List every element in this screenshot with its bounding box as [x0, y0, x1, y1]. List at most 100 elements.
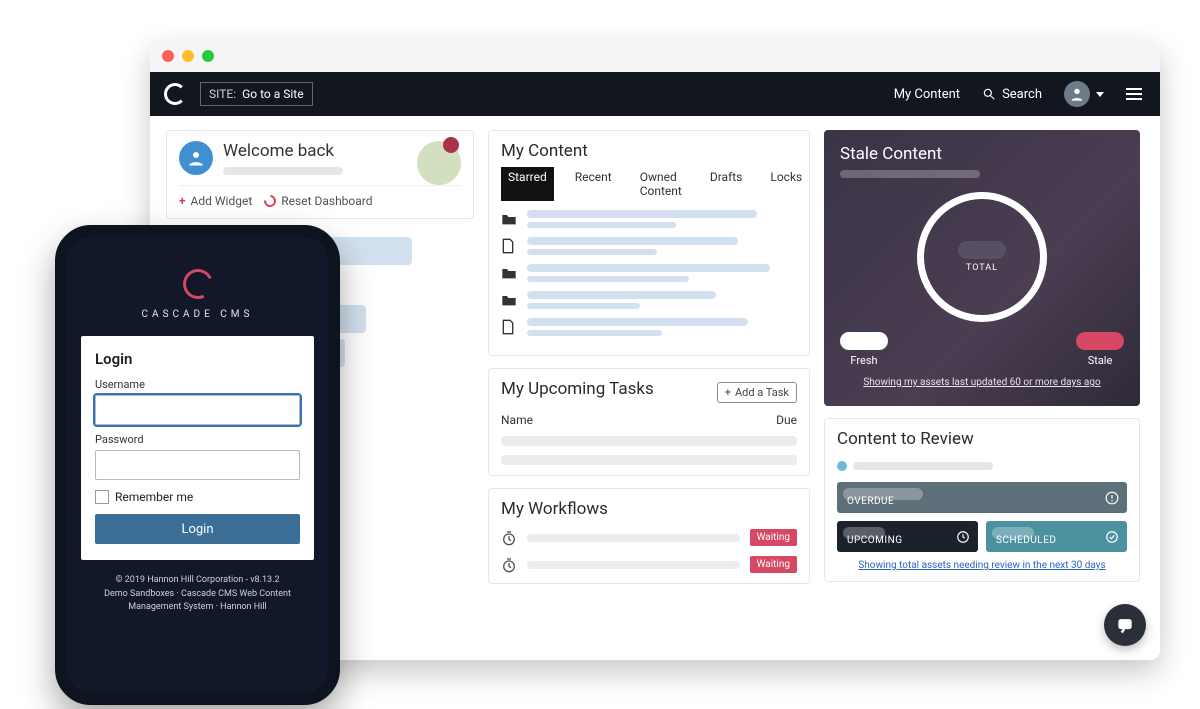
content-tabs: Starred Recent Owned Content Drafts Lock… [501, 167, 797, 201]
search-label: Search [1002, 87, 1042, 102]
reload-icon [262, 193, 279, 210]
stale-title: Stale Content [840, 144, 1124, 164]
tasks-card: My Upcoming Tasks + Add a Task Name Due [488, 368, 810, 476]
list-item[interactable] [501, 264, 797, 282]
status-badge: Waiting [750, 556, 797, 573]
window-titlebar [150, 40, 1160, 72]
site-picker-value: Go to a Site [242, 87, 303, 101]
maximize-icon[interactable] [202, 50, 214, 62]
review-scheduled[interactable]: SCHEDULED [986, 521, 1127, 552]
site-picker[interactable]: SITE: Go to a Site [200, 82, 313, 106]
progress-dot-icon [837, 461, 847, 471]
folder-icon [501, 266, 517, 280]
list-item[interactable] [501, 210, 797, 228]
legend-stale-label: Stale [1088, 354, 1113, 367]
review-title: Content to Review [837, 429, 1127, 449]
username-label: Username [95, 378, 300, 391]
login-button[interactable]: Login [95, 514, 300, 544]
col-name: Name [501, 413, 533, 427]
reset-dashboard-label: Reset Dashboard [281, 194, 372, 208]
stale-donut-chart: TOTAL [917, 192, 1047, 322]
login-card: Login Username Password Remember me Logi… [81, 336, 314, 560]
user-menu[interactable] [1060, 77, 1108, 111]
brand-name: CASCADE CMS [67, 309, 328, 320]
file-icon [501, 238, 517, 254]
minimize-icon[interactable] [182, 50, 194, 62]
legend-fresh: Fresh [840, 332, 888, 367]
welcome-card: Welcome back + Add Widget Reset Dashboar… [166, 130, 474, 219]
add-widget-button[interactable]: + Add Widget [179, 194, 252, 208]
checkbox-icon [95, 490, 109, 504]
remember-me[interactable]: Remember me [95, 490, 300, 504]
folder-icon [501, 293, 517, 307]
status-badge: Waiting [750, 529, 797, 546]
tasks-title: My Upcoming Tasks [501, 379, 654, 399]
footer-line-2: Demo Sandboxes · Cascade CMS Web Content… [83, 588, 312, 615]
tab-owned[interactable]: Owned Content [633, 167, 689, 201]
placeholder-line [840, 170, 980, 178]
password-label: Password [95, 433, 300, 446]
phone-footer: © 2019 Hannon Hill Corporation - v8.13.2… [67, 574, 328, 615]
my-content-title: My Content [501, 141, 797, 161]
stale-content-card: Stale Content TOTAL Fresh Stale [824, 130, 1140, 406]
content-list [501, 210, 797, 336]
decorative-dot [443, 137, 459, 153]
nav-search[interactable]: Search [978, 83, 1046, 106]
review-upcoming[interactable]: UPCOMING [837, 521, 978, 552]
my-content-card: My Content Starred Recent Owned Content … [488, 130, 810, 356]
chevron-down-icon [1096, 92, 1104, 97]
login-title: Login [95, 350, 300, 368]
reset-dashboard-button[interactable]: Reset Dashboard [264, 194, 372, 208]
legend-stale: Stale [1076, 332, 1124, 367]
footer-line-1: © 2019 Hannon Hill Corporation - v8.13.2 [83, 574, 312, 588]
close-icon[interactable] [162, 50, 174, 62]
tab-recent[interactable]: Recent [568, 167, 619, 201]
workflow-row[interactable]: Waiting [501, 556, 797, 573]
list-item[interactable] [501, 291, 797, 309]
legend-fresh-label: Fresh [850, 354, 877, 367]
list-item[interactable] [501, 237, 797, 255]
placeholder-line [223, 167, 343, 175]
app-logo-icon [164, 83, 186, 105]
folder-icon [501, 212, 517, 226]
file-icon [501, 319, 517, 335]
add-widget-label: Add Widget [191, 194, 253, 208]
content-review-card: Content to Review OVERDUE UPCOMING [824, 418, 1140, 582]
app-header: SITE: Go to a Site My Content Search [150, 72, 1160, 116]
clock-icon [501, 530, 517, 546]
add-task-button[interactable]: + Add a Task [717, 382, 797, 403]
task-row[interactable] [501, 436, 797, 446]
plus-icon: + [179, 194, 186, 208]
clock-icon [956, 530, 970, 544]
site-label: SITE: [209, 87, 236, 101]
username-field[interactable] [95, 395, 300, 425]
user-avatar-icon [179, 141, 213, 175]
menu-button[interactable] [1122, 84, 1146, 104]
review-footer-link[interactable]: Showing total assets needing review in t… [837, 560, 1127, 571]
tab-drafts[interactable]: Drafts [703, 167, 750, 201]
plus-icon: + [725, 386, 731, 399]
phone-screen: CASCADE CMS Login Username Password Reme… [67, 237, 328, 693]
workflow-row[interactable]: Waiting [501, 529, 797, 546]
review-overdue[interactable]: OVERDUE [837, 482, 1127, 513]
col-due: Due [776, 413, 797, 427]
stale-footer-link[interactable]: Showing my assets last updated 60 or mor… [840, 377, 1124, 388]
list-item[interactable] [501, 318, 797, 336]
clock-icon [501, 557, 517, 573]
intercom-chat-button[interactable] [1104, 604, 1146, 646]
workflows-title: My Workflows [501, 499, 797, 519]
tab-locks[interactable]: Locks [763, 167, 809, 201]
nav-my-content[interactable]: My Content [890, 83, 964, 106]
hamburger-icon [1126, 88, 1142, 100]
remember-label: Remember me [115, 490, 193, 504]
total-value-pill [958, 241, 1006, 259]
tab-starred[interactable]: Starred [501, 167, 554, 201]
search-icon [982, 87, 996, 101]
avatar-icon [1064, 81, 1090, 107]
task-row[interactable] [501, 455, 797, 465]
dashboard-col-2: My Content Starred Recent Owned Content … [488, 130, 810, 646]
nav-my-content-label: My Content [894, 87, 960, 102]
brand-mark-icon [178, 265, 216, 303]
password-field[interactable] [95, 450, 300, 480]
alert-icon [1105, 491, 1119, 505]
